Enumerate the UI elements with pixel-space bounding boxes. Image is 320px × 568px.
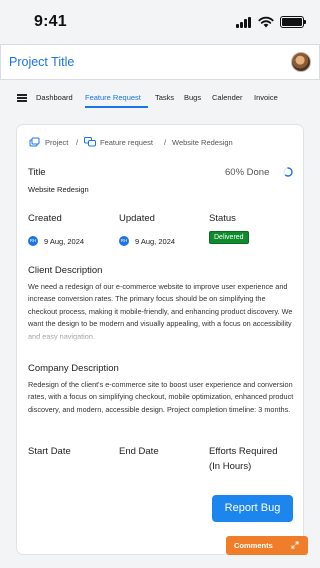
breadcrumb-item-feature-request[interactable]: Feature request	[100, 138, 153, 147]
company-description-label: Company Description	[28, 363, 119, 374]
cellular-signal-icon	[236, 16, 254, 28]
created-date: 9 Aug, 2024	[44, 237, 85, 246]
created-label: Created	[28, 213, 62, 224]
breadcrumb-item-project[interactable]: Project	[45, 138, 68, 147]
status-icons	[236, 16, 306, 28]
battery-icon	[280, 16, 306, 28]
nav-item-invoice[interactable]: Invoice	[254, 93, 278, 102]
title-label: Title	[28, 167, 46, 178]
updated-by-avatar: RH	[119, 236, 129, 246]
user-avatar[interactable]	[291, 52, 311, 72]
breadcrumb-item-website-redesign: Website Redesign	[172, 138, 233, 147]
updated-date: 9 Aug, 2024	[135, 237, 176, 246]
wifi-icon	[258, 16, 274, 28]
page-title: Project Title	[9, 55, 75, 69]
company-description-text: Redesign of the client's e-commerce site…	[28, 380, 294, 414]
start-date-label: Start Date	[28, 446, 71, 457]
status-label: Status	[209, 213, 236, 224]
status-time: 9:41	[34, 13, 67, 30]
status-bar: 9:41	[0, 0, 320, 44]
expand-icon	[291, 541, 299, 549]
comments-button[interactable]: Comments	[226, 536, 308, 555]
active-tab-indicator	[85, 106, 148, 108]
top-nav: Dashboard Feature Request Tasks Bugs Cal…	[0, 88, 320, 110]
nav-item-bugs[interactable]: Bugs	[184, 93, 201, 102]
nav-item-calender[interactable]: Calender	[212, 93, 242, 102]
text-fade-overlay	[28, 331, 294, 347]
client-description-label: Client Description	[28, 265, 103, 276]
report-bug-button[interactable]: Report Bug	[212, 495, 293, 522]
feature-request-card: Project / Feature request / Website Rede…	[16, 124, 304, 555]
app-header: Project Title	[0, 44, 320, 80]
project-icon	[29, 137, 40, 147]
comments-label: Comments	[234, 541, 273, 550]
efforts-required-unit: (In Hours)	[209, 461, 252, 472]
nav-item-dashboard[interactable]: Dashboard	[36, 93, 73, 102]
title-value: Website Redesign	[28, 185, 89, 194]
breadcrumb-separator: /	[76, 138, 79, 147]
efforts-required-label: Efforts Required	[209, 446, 278, 457]
nav-item-feature-request[interactable]: Feature Request	[85, 93, 141, 102]
progress-text: 60% Done	[225, 167, 270, 178]
end-date-label: End Date	[119, 446, 159, 457]
feature-request-icon	[84, 137, 96, 147]
nav-item-tasks[interactable]: Tasks	[155, 93, 174, 102]
progress-ring-icon	[283, 167, 293, 177]
status-badge: Delivered	[209, 231, 249, 244]
breadcrumb-separator: /	[164, 138, 167, 147]
created-by-avatar: RH	[28, 236, 38, 246]
updated-label: Updated	[119, 213, 155, 224]
hamburger-menu-icon[interactable]	[17, 94, 27, 102]
